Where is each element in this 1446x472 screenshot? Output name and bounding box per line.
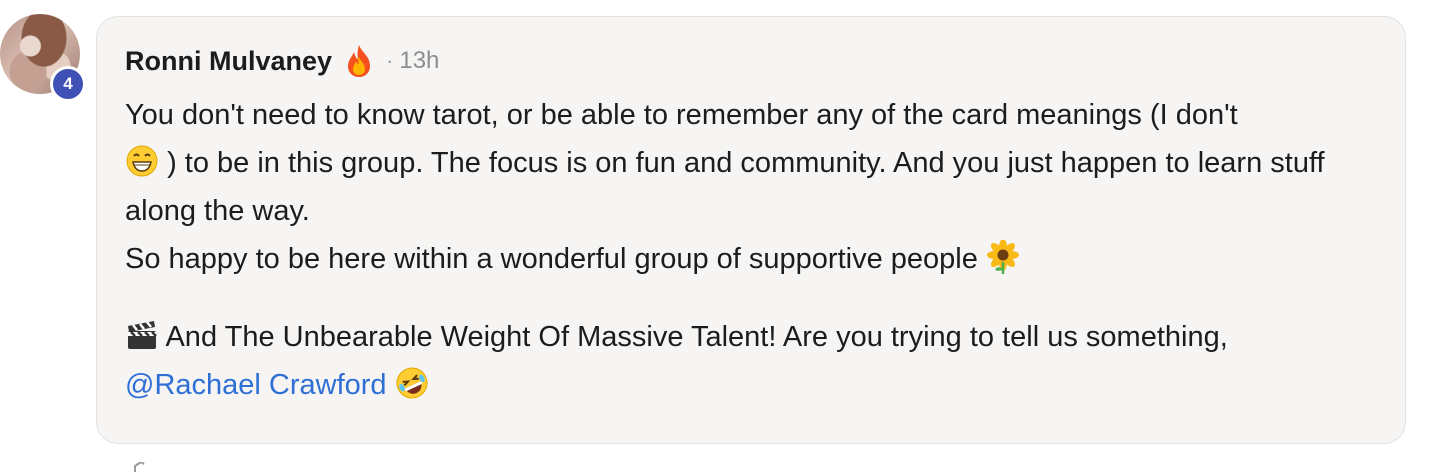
fire-emoji-icon bbox=[348, 45, 371, 77]
grinning-face-emoji-icon bbox=[126, 145, 158, 177]
rolling-on-floor-laughing-emoji-icon bbox=[396, 367, 428, 399]
meta-separator: · bbox=[386, 48, 394, 73]
comment-body: You don't need to know tarot, or be able… bbox=[125, 91, 1375, 409]
comment-text: You don't need to know tarot, or be able… bbox=[125, 99, 1238, 131]
sunflower-emoji-icon bbox=[986, 240, 1019, 274]
author-avatar-container[interactable]: 4 bbox=[0, 14, 90, 104]
paragraph-2: And The Unbearable Weight Of Massive Tal… bbox=[125, 313, 1375, 409]
level-badge: 4 bbox=[50, 66, 86, 102]
comment-text: ) to be in this group. The focus is on f… bbox=[125, 147, 1325, 227]
paragraph-1: You don't need to know tarot, or be able… bbox=[125, 91, 1375, 283]
reply-arrow-icon[interactable] bbox=[132, 462, 148, 472]
comment-header: Ronni Mulvaney · 13h bbox=[125, 43, 1375, 79]
user-mention-link[interactable]: @Rachael Crawford bbox=[125, 369, 387, 401]
comment-bubble: Ronni Mulvaney · 13h You don't need to k… bbox=[96, 16, 1406, 444]
clapper-board-emoji-icon bbox=[128, 321, 157, 349]
comment-text: So happy to be here within a wonderful g… bbox=[125, 243, 978, 275]
comment-text: And The Unbearable Weight Of Massive Tal… bbox=[165, 321, 1228, 353]
author-name[interactable]: Ronni Mulvaney bbox=[125, 46, 332, 77]
comment-timestamp[interactable]: 13h bbox=[399, 47, 439, 75]
